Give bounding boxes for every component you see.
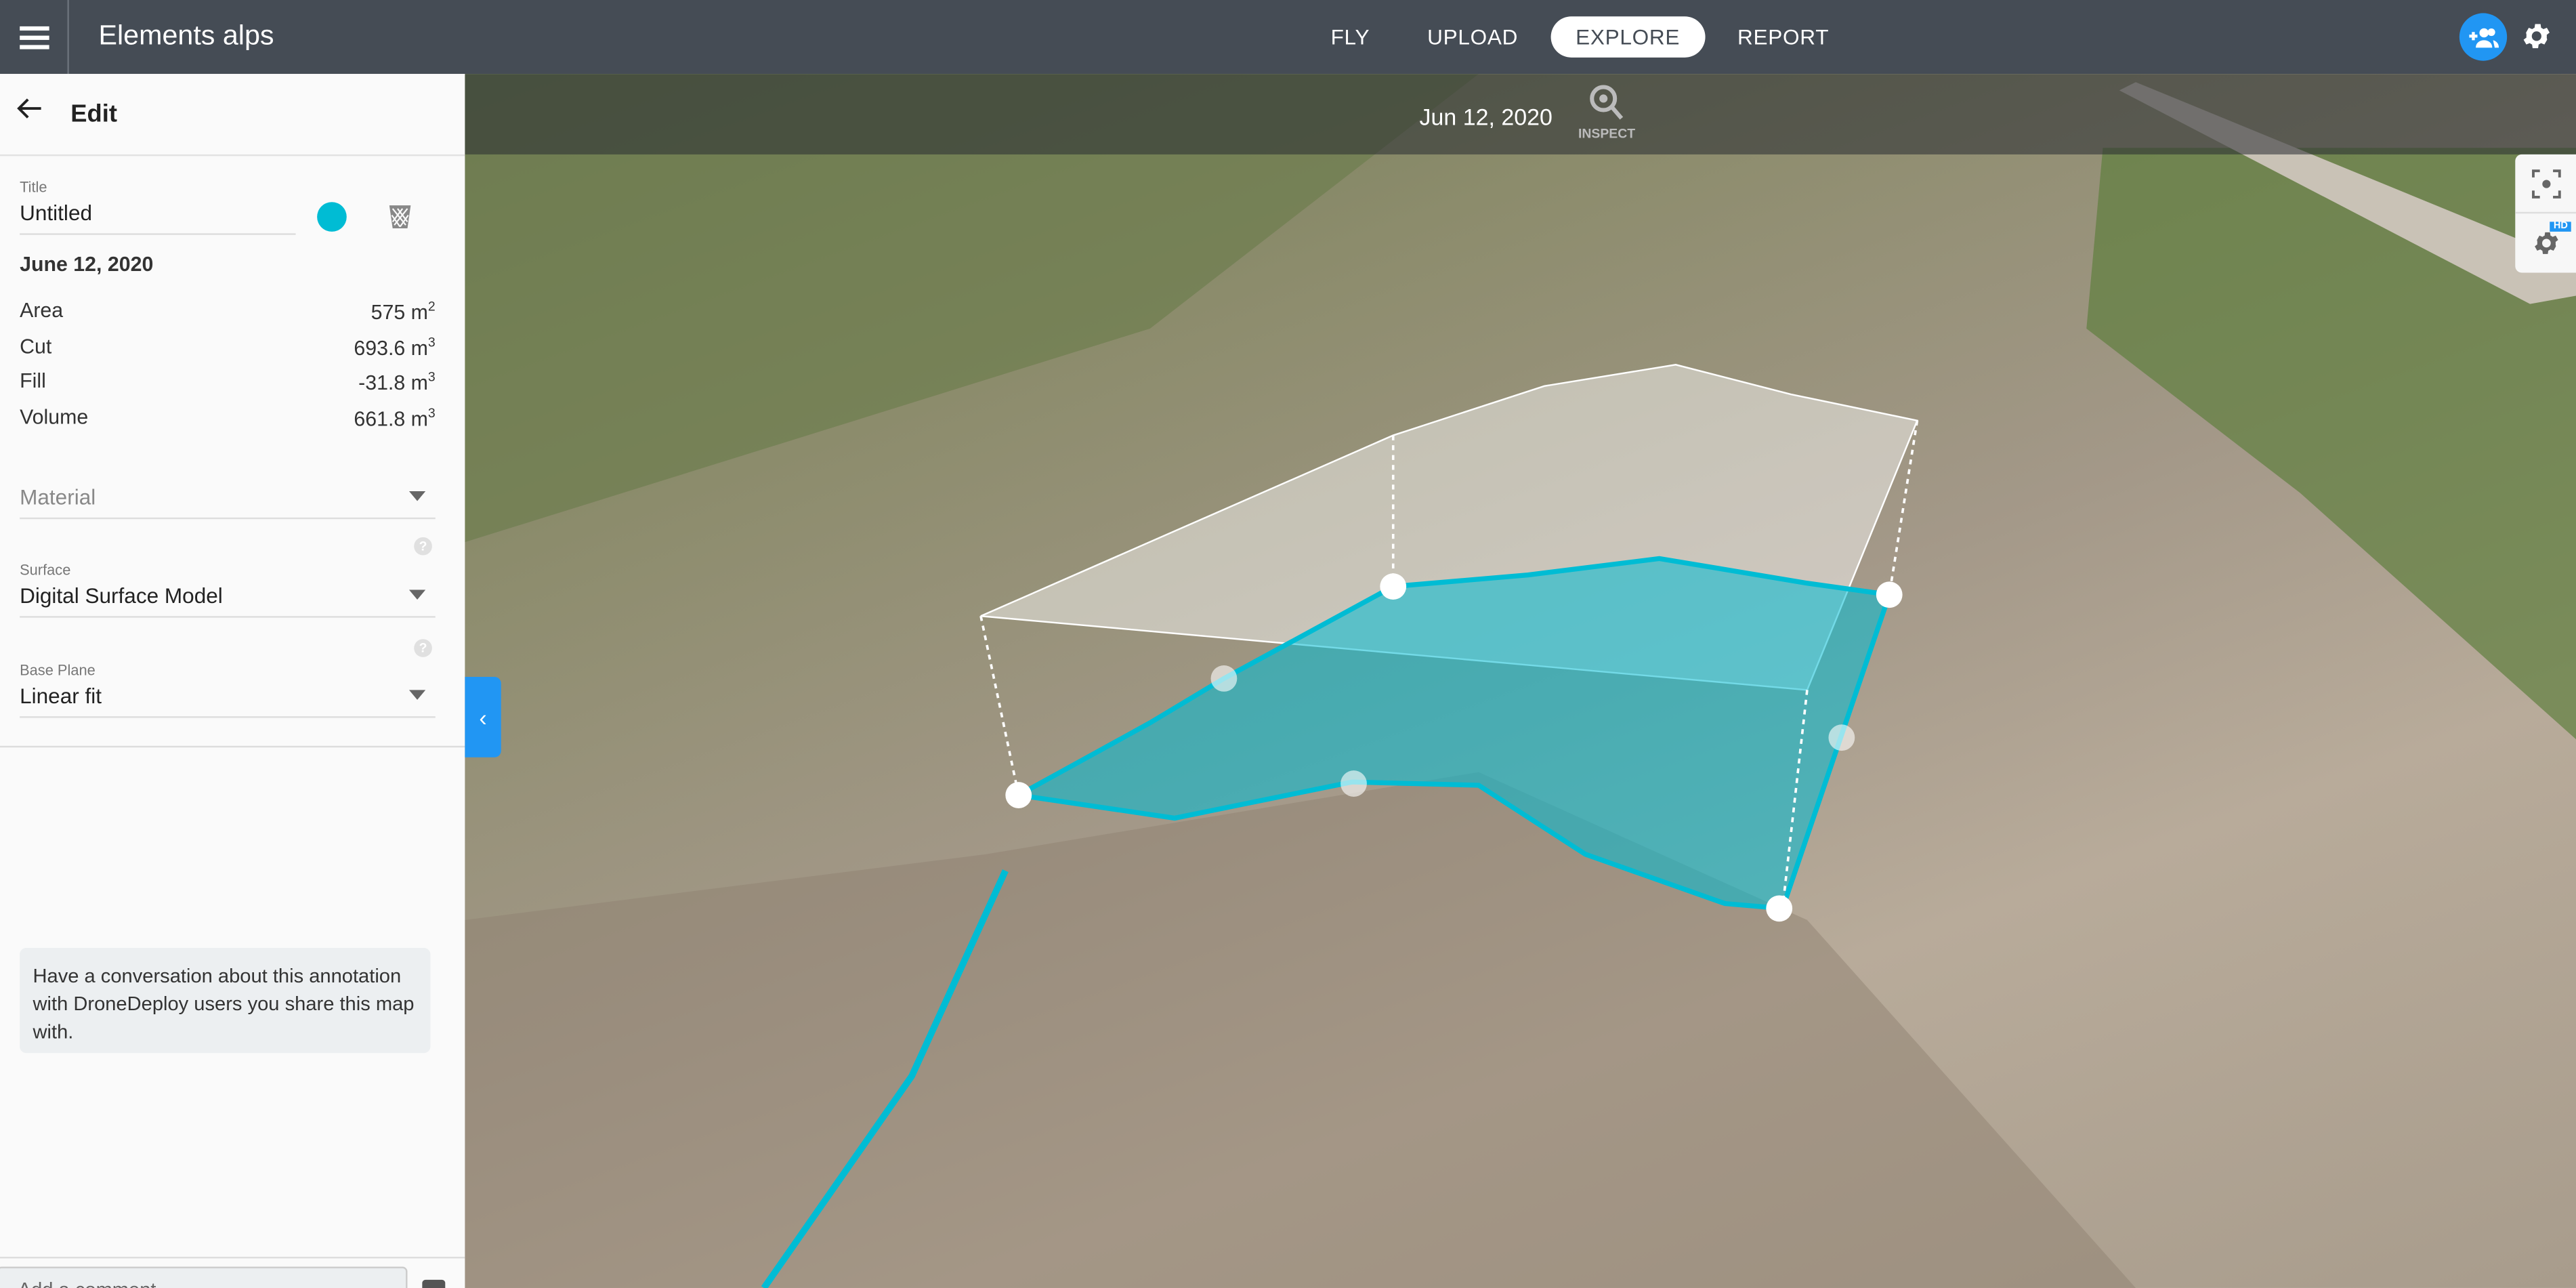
midpoint-handle[interactable] xyxy=(1828,724,1855,751)
inspect-label: INSPECT xyxy=(1578,126,1636,142)
menu-button[interactable] xyxy=(0,0,69,75)
recenter-button[interactable] xyxy=(2515,154,2576,214)
caret-down-icon xyxy=(408,491,426,501)
base-plane-value: Linear fit xyxy=(20,683,102,709)
divider xyxy=(0,1256,465,1259)
surface-label: Surface xyxy=(20,562,71,579)
date-bar: Jun 12, 2020 INSPECT xyxy=(465,74,2576,154)
surface-select[interactable]: Digital Surface Model xyxy=(20,583,436,618)
nav-explore[interactable]: EXPLORE xyxy=(1550,16,1705,58)
back-arrow-icon[interactable] xyxy=(16,97,43,120)
stat-volume: Volume 661.8 m3 xyxy=(20,406,436,431)
title-input[interactable]: Untitled xyxy=(20,201,296,235)
top-bar: Elements alps FLY UPLOAD EXPLORE REPORT xyxy=(0,0,2576,75)
help-icon[interactable]: ? xyxy=(414,639,432,657)
map-date[interactable]: Jun 12, 2020 xyxy=(1420,104,1553,130)
settings-button[interactable] xyxy=(2520,20,2554,61)
inspect-magnifier-icon xyxy=(1590,85,1624,120)
stat-value: 575 m xyxy=(371,301,428,325)
color-picker[interactable] xyxy=(317,202,347,232)
3d-map-view[interactable]: Jun 12, 2020 INSPECT HD xyxy=(465,74,2576,1288)
base-plane-select[interactable]: Linear fit xyxy=(20,684,436,718)
midpoint-handle[interactable] xyxy=(1340,770,1367,797)
stat-label: Cut xyxy=(20,335,52,358)
material-select[interactable]: Material xyxy=(20,484,436,520)
divider xyxy=(0,745,465,748)
hamburger-icon xyxy=(18,25,49,49)
gear-icon xyxy=(2523,24,2550,49)
panel-header: Edit xyxy=(0,74,465,157)
conversation-note: Have a conversation about this annotatio… xyxy=(20,948,431,1054)
gear-icon xyxy=(2533,231,2558,253)
trash-icon[interactable] xyxy=(387,204,412,230)
vertex-handle[interactable] xyxy=(1876,581,1903,608)
midpoint-handle[interactable] xyxy=(1210,665,1238,692)
inspect-button[interactable]: INSPECT xyxy=(1569,84,1645,142)
annotation-edit-panel: Edit Title Untitled June 12, 2020 Area 57… xyxy=(0,74,467,1288)
base-plane-label: Base Plane xyxy=(20,662,96,679)
app-title: Elements alps xyxy=(98,20,274,51)
hd-badge: HD xyxy=(2550,222,2571,232)
comment-input[interactable]: Add a comment xyxy=(0,1266,408,1288)
stat-label: Area xyxy=(20,299,64,323)
vertex-handle[interactable] xyxy=(1766,895,1793,922)
stat-label: Volume xyxy=(20,405,89,429)
caret-down-icon xyxy=(408,589,426,600)
nav-upload[interactable]: UPLOAD xyxy=(1403,16,1543,58)
stat-fill: Fill -31.8 m3 xyxy=(20,370,436,395)
title-label: Title xyxy=(20,179,47,196)
terrain-scene xyxy=(465,74,2576,1288)
material-placeholder: Material xyxy=(20,484,96,510)
annotation-date: June 12, 2020 xyxy=(20,253,154,276)
panel-title: Edit xyxy=(70,100,118,129)
hd-settings-button[interactable]: HD xyxy=(2515,213,2576,271)
help-icon[interactable]: ? xyxy=(414,537,432,556)
stat-value: 693.6 m xyxy=(354,337,428,360)
stat-area: Area 575 m2 xyxy=(20,299,436,324)
slope xyxy=(465,772,2136,1288)
unit-exponent: 3 xyxy=(427,405,436,421)
stat-value: 661.8 m xyxy=(354,407,428,431)
unit-exponent: 3 xyxy=(427,335,436,350)
stat-cut: Cut 693.6 m3 xyxy=(20,335,436,360)
add-users-icon xyxy=(2468,27,2498,47)
stat-value: -31.8 m xyxy=(358,371,428,395)
stat-label: Fill xyxy=(20,369,46,393)
main-nav: FLY UPLOAD EXPLORE REPORT xyxy=(1306,16,1862,58)
vertex-handle[interactable] xyxy=(1005,782,1032,808)
chevron-left-icon: ‹ xyxy=(479,703,487,730)
share-users-button[interactable] xyxy=(2459,13,2508,61)
caret-down-icon xyxy=(408,690,426,700)
focus-icon xyxy=(2531,169,2560,198)
vertex-handle[interactable] xyxy=(1380,573,1407,600)
nav-report[interactable]: REPORT xyxy=(1713,16,1854,58)
camera-icon[interactable] xyxy=(422,1279,446,1288)
unit-exponent: 3 xyxy=(427,369,436,385)
surface-value: Digital Surface Model xyxy=(20,583,223,608)
nav-fly[interactable]: FLY xyxy=(1306,16,1394,58)
unit-exponent: 2 xyxy=(427,299,436,314)
map-tools: HD xyxy=(2515,154,2576,273)
collapse-panel-button[interactable]: ‹ xyxy=(465,676,501,757)
